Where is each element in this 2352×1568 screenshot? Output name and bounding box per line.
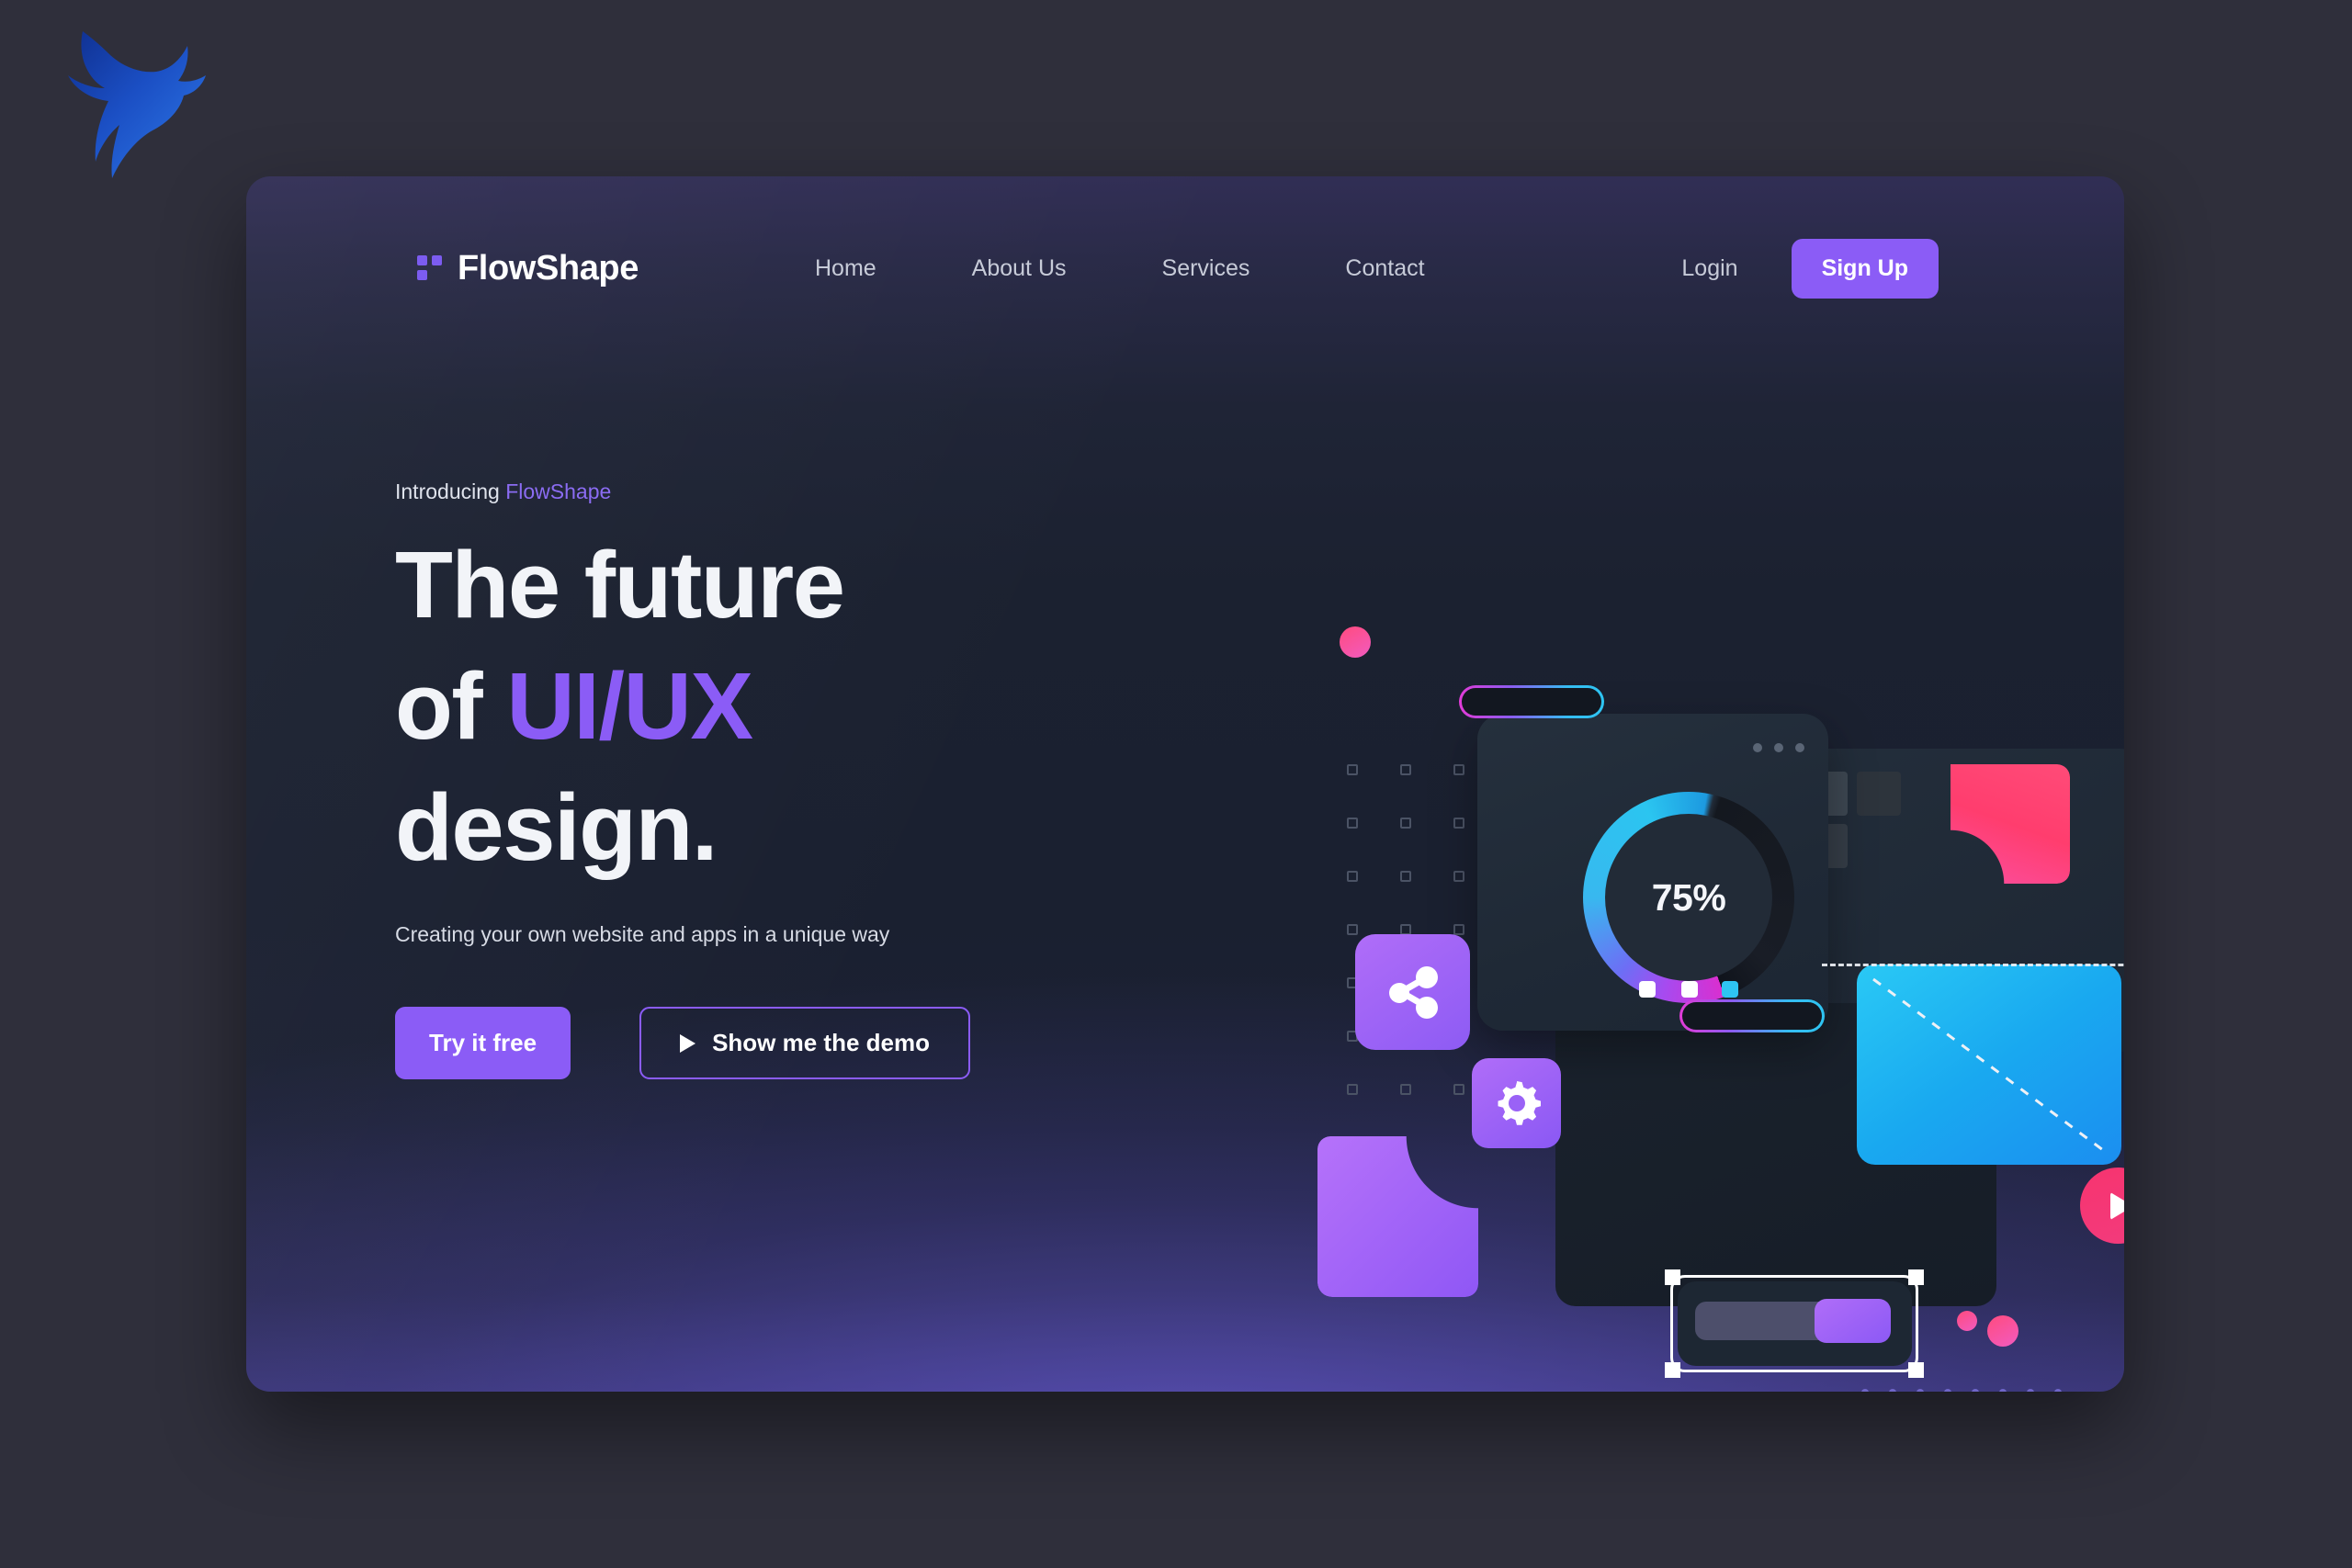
chip-3 bbox=[1722, 981, 1738, 998]
nav-links: Home About Us Services Contact bbox=[767, 255, 1473, 282]
share-nodes-icon bbox=[1388, 966, 1438, 1019]
pink-quarter-shape bbox=[1951, 764, 2070, 884]
gear-icon bbox=[1498, 1081, 1541, 1125]
donut-hole: 75% bbox=[1605, 814, 1772, 981]
hero-subcopy: Creating your own website and apps in a … bbox=[395, 922, 890, 947]
grid-dot bbox=[1347, 1084, 1358, 1095]
settings-tile[interactable] bbox=[1472, 1058, 1561, 1148]
pink-circle-small bbox=[1957, 1311, 1977, 1331]
grid-dot bbox=[1347, 764, 1358, 775]
nav-item-services[interactable]: Services bbox=[1114, 255, 1298, 282]
hero-card: FlowShape Home About Us Services Contact… bbox=[246, 176, 2124, 1392]
hero-illustration: 75% bbox=[1303, 626, 2124, 1392]
brand-logo[interactable]: FlowShape bbox=[417, 249, 639, 288]
grid-dot bbox=[1453, 1084, 1464, 1095]
brand-name: FlowShape bbox=[458, 248, 639, 288]
gradient-pill-top bbox=[1459, 685, 1604, 718]
grid-dot bbox=[1347, 818, 1358, 829]
nav-item-contact[interactable]: Contact bbox=[1297, 255, 1472, 282]
chip-1 bbox=[1639, 981, 1656, 998]
purple-quarter-shape bbox=[1317, 1136, 1478, 1297]
nav-item-about-us[interactable]: About Us bbox=[924, 255, 1114, 282]
cta-row: Try it free Show me the demo bbox=[395, 1007, 1057, 1080]
top-navbar: FlowShape Home About Us Services Contact… bbox=[246, 176, 2124, 360]
pink-circle-top bbox=[1340, 626, 1371, 658]
bull-head-logo-icon bbox=[44, 15, 219, 185]
grid-dot bbox=[1400, 764, 1411, 775]
pink-circle-large bbox=[1987, 1315, 2018, 1347]
window-dots-icon bbox=[1753, 743, 1804, 752]
headline-line-2-prefix: of bbox=[395, 652, 483, 759]
grid-dot bbox=[1453, 818, 1464, 829]
page-root: FlowShape Home About Us Services Contact… bbox=[0, 0, 2352, 1568]
progress-label: 75% bbox=[1651, 875, 1726, 919]
login-link[interactable]: Login bbox=[1681, 255, 1737, 282]
nav-item-home[interactable]: Home bbox=[767, 255, 924, 282]
headline-line-1: The future bbox=[395, 532, 845, 637]
share-tile[interactable] bbox=[1355, 934, 1470, 1050]
eyebrow-prefix: Introducing bbox=[395, 479, 500, 503]
grey-square-2 bbox=[1857, 772, 1901, 816]
chip-2 bbox=[1681, 981, 1698, 998]
grid-dot bbox=[1400, 818, 1411, 829]
hero-copy: Introducing FlowShape The future of UI/U… bbox=[395, 479, 1057, 1080]
play-triangle-icon bbox=[680, 1033, 696, 1053]
bottom-dot-row bbox=[1861, 1389, 2062, 1392]
flowshape-squares-icon bbox=[417, 255, 443, 281]
headline-line-2: of UI/UX bbox=[395, 646, 1057, 767]
page-title: The future of UI/UX design. bbox=[395, 525, 1057, 887]
nav-actions: Login Sign Up bbox=[1681, 238, 1939, 299]
selection-handles-icon[interactable] bbox=[1665, 1269, 1924, 1378]
headline-line-2-accent: UI/UX bbox=[506, 652, 753, 759]
grid-dot bbox=[1400, 871, 1411, 882]
cyan-panel bbox=[1857, 964, 2121, 1165]
grid-dot bbox=[1347, 871, 1358, 882]
sign-up-button[interactable]: Sign Up bbox=[1791, 238, 1939, 299]
grid-dot bbox=[1347, 924, 1358, 935]
eyebrow-accent: FlowShape bbox=[505, 479, 612, 503]
grid-dot bbox=[1453, 924, 1464, 935]
marquee-guide-horizontal bbox=[1822, 964, 2124, 966]
grid-dot bbox=[1453, 764, 1464, 775]
headline-line-3: design. bbox=[395, 773, 718, 880]
grid-dot bbox=[1400, 1084, 1411, 1095]
show-demo-button[interactable]: Show me the demo bbox=[639, 1007, 970, 1080]
play-circle-icon[interactable] bbox=[2080, 1168, 2124, 1244]
show-demo-label: Show me the demo bbox=[712, 1029, 930, 1057]
hero-eyebrow: Introducing FlowShape bbox=[395, 479, 1057, 504]
try-it-free-button[interactable]: Try it free bbox=[395, 1007, 571, 1080]
grid-dot bbox=[1453, 871, 1464, 882]
